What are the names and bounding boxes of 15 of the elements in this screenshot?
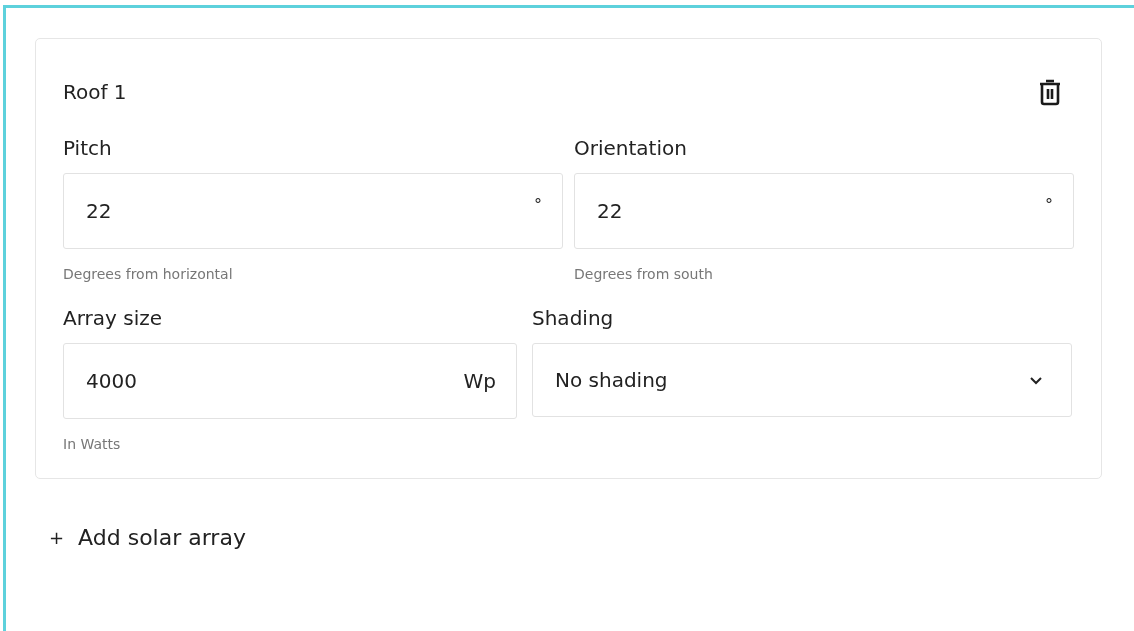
chevron-down-icon — [1029, 375, 1043, 385]
field-label: Orientation — [574, 135, 688, 161]
field-label: Shading — [532, 305, 615, 331]
input-field[interactable]: 22 ° — [574, 173, 1074, 249]
shading-select[interactable]: No shading — [532, 343, 1072, 417]
field-label: Array size — [63, 305, 163, 331]
field-hint: Degrees from south — [574, 265, 714, 283]
card-title: Roof 1 — [63, 79, 127, 106]
input-field[interactable]: 4000 Wp — [63, 343, 517, 419]
field-hint: In Watts — [63, 435, 122, 453]
field-hint: Degrees from horizontal — [63, 265, 234, 283]
input-field[interactable]: 22 ° — [63, 173, 563, 249]
field-label: Pitch — [63, 135, 113, 161]
trash-icon[interactable] — [1039, 78, 1061, 106]
add-solar-array-button[interactable]: + Add solar array — [49, 521, 246, 554]
